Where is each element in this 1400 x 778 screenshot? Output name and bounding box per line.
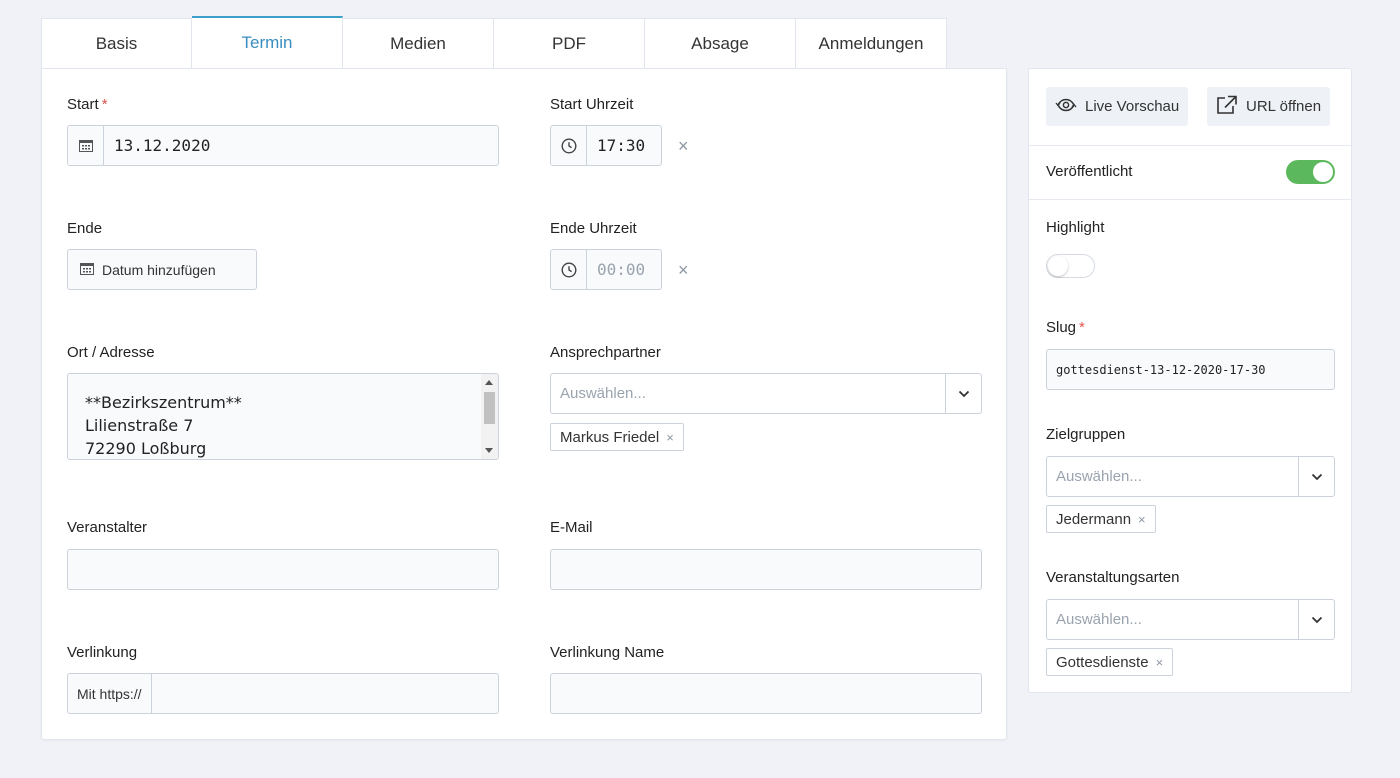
end-time-label: Ende Uhrzeit (550, 220, 637, 237)
open-url-label: URL öffnen (1246, 98, 1322, 115)
event-types-placeholder[interactable]: Auswählen... (1047, 600, 1298, 639)
published-label: Veröffentlicht (1046, 163, 1133, 180)
external-link-icon (1216, 95, 1238, 119)
calendar-icon[interactable] (68, 126, 104, 165)
target-group-tag: Jedermann × (1046, 505, 1156, 533)
clock-icon[interactable] (551, 126, 587, 165)
organizer-label: Veranstalter (67, 519, 148, 536)
contact-tag-label: Markus Friedel (560, 428, 660, 446)
end-time-field[interactable]: 00:00 (550, 249, 662, 290)
add-end-date-button[interactable]: Datum hinzufügen (67, 249, 257, 290)
start-label: Start * (67, 96, 108, 113)
slug-input[interactable]: gottesdienst-13-12-2020-17-30 (1046, 349, 1335, 390)
end-label: Ende (67, 220, 103, 237)
scroll-down-arrow[interactable] (485, 448, 493, 453)
target-groups-label: Zielgruppen (1046, 426, 1126, 443)
toggle-knob (1313, 162, 1333, 182)
target-group-tag-label: Jedermann (1056, 510, 1132, 528)
tab-medien[interactable]: Medien (343, 18, 494, 68)
organizer-input[interactable] (67, 549, 499, 590)
remove-tag-icon[interactable]: × (666, 430, 674, 445)
eye-refresh-icon (1055, 97, 1077, 117)
event-type-tag: Gottesdienste × (1046, 648, 1174, 676)
link-prefix: Mit https:// (68, 674, 152, 713)
address-scrollbar[interactable] (481, 374, 498, 459)
remove-tag-icon[interactable]: × (1156, 655, 1164, 670)
toggle-knob (1048, 256, 1068, 276)
add-end-date-label: Datum hinzufügen (102, 261, 216, 278)
link-input[interactable] (152, 674, 498, 713)
email-input[interactable] (550, 549, 982, 590)
end-time-input[interactable]: 00:00 (587, 250, 661, 289)
scroll-up-arrow[interactable] (485, 380, 493, 385)
event-type-tag-label: Gottesdienste (1056, 653, 1149, 671)
slug-label: Slug * (1046, 319, 1085, 336)
address-textarea[interactable]: **Bezirkszentrum** Lilienstraße 7 72290 … (67, 373, 499, 460)
chevron-down-icon[interactable] (1298, 600, 1334, 639)
chevron-down-icon[interactable] (1298, 457, 1334, 496)
contact-tag: Markus Friedel × (550, 423, 684, 451)
start-time-field[interactable]: 17:30 (550, 125, 662, 166)
email-value[interactable] (551, 550, 981, 589)
event-types-select[interactable]: Auswählen... (1046, 599, 1335, 640)
event-types-label: Veranstaltungsarten (1046, 569, 1180, 586)
termin-form-card: Start * 13.12.2020 Start Uhrzeit 17:30 × … (41, 68, 1007, 740)
link-name-input[interactable] (550, 673, 982, 714)
clear-start-time-button[interactable]: × (678, 137, 689, 155)
tab-absage[interactable]: Absage (645, 18, 796, 68)
link-name-label: Verlinkung Name (550, 644, 665, 661)
link-name-value[interactable] (551, 674, 981, 713)
remove-tag-icon[interactable]: × (1138, 512, 1146, 527)
organizer-value[interactable] (68, 550, 498, 589)
live-preview-label: Live Vorschau (1085, 98, 1180, 115)
contact-select-placeholder[interactable]: Auswählen... (551, 374, 945, 413)
contact-select[interactable]: Auswählen... (550, 373, 982, 414)
divider (1029, 199, 1351, 200)
address-line: 72290 Loßburg (85, 439, 207, 458)
address-line: **Bezirkszentrum** (85, 393, 242, 412)
link-field[interactable]: Mit https:// (67, 673, 499, 714)
target-groups-placeholder[interactable]: Auswählen... (1047, 457, 1298, 496)
email-label: E-Mail (550, 519, 593, 536)
start-date-field[interactable]: 13.12.2020 (67, 125, 499, 166)
tab-termin[interactable]: Termin (192, 16, 343, 68)
chevron-down-icon[interactable] (945, 374, 981, 413)
tab-basis[interactable]: Basis (41, 18, 192, 68)
address-label: Ort / Adresse (67, 344, 155, 361)
start-time-input[interactable]: 17:30 (587, 126, 661, 165)
start-date-input[interactable]: 13.12.2020 (104, 126, 498, 165)
required-mark: * (1079, 319, 1085, 336)
contact-label: Ansprechpartner (550, 344, 661, 361)
link-label: Verlinkung (67, 644, 138, 661)
highlight-toggle[interactable] (1046, 254, 1095, 278)
calendar-icon (80, 262, 94, 278)
required-mark: * (101, 96, 108, 113)
target-groups-select[interactable]: Auswählen... (1046, 456, 1335, 497)
clear-end-time-button[interactable]: × (678, 261, 689, 279)
tab-bar: Basis Termin Medien PDF Absage Anmeldung… (41, 16, 947, 68)
tab-pdf[interactable]: PDF (494, 18, 645, 68)
tab-anmeldungen[interactable]: Anmeldungen (796, 18, 947, 68)
address-line: Lilienstraße 7 (85, 416, 194, 435)
open-url-button[interactable]: URL öffnen (1207, 87, 1331, 126)
divider (1029, 145, 1351, 146)
publish-sidebar: Live Vorschau URL öffnen Veröffentlicht … (1028, 68, 1352, 693)
scroll-thumb[interactable] (484, 392, 495, 424)
start-time-label: Start Uhrzeit (550, 96, 634, 113)
clock-icon[interactable] (551, 250, 587, 289)
published-toggle[interactable] (1286, 160, 1335, 184)
highlight-label: Highlight (1046, 219, 1105, 236)
live-preview-button[interactable]: Live Vorschau (1046, 87, 1189, 126)
